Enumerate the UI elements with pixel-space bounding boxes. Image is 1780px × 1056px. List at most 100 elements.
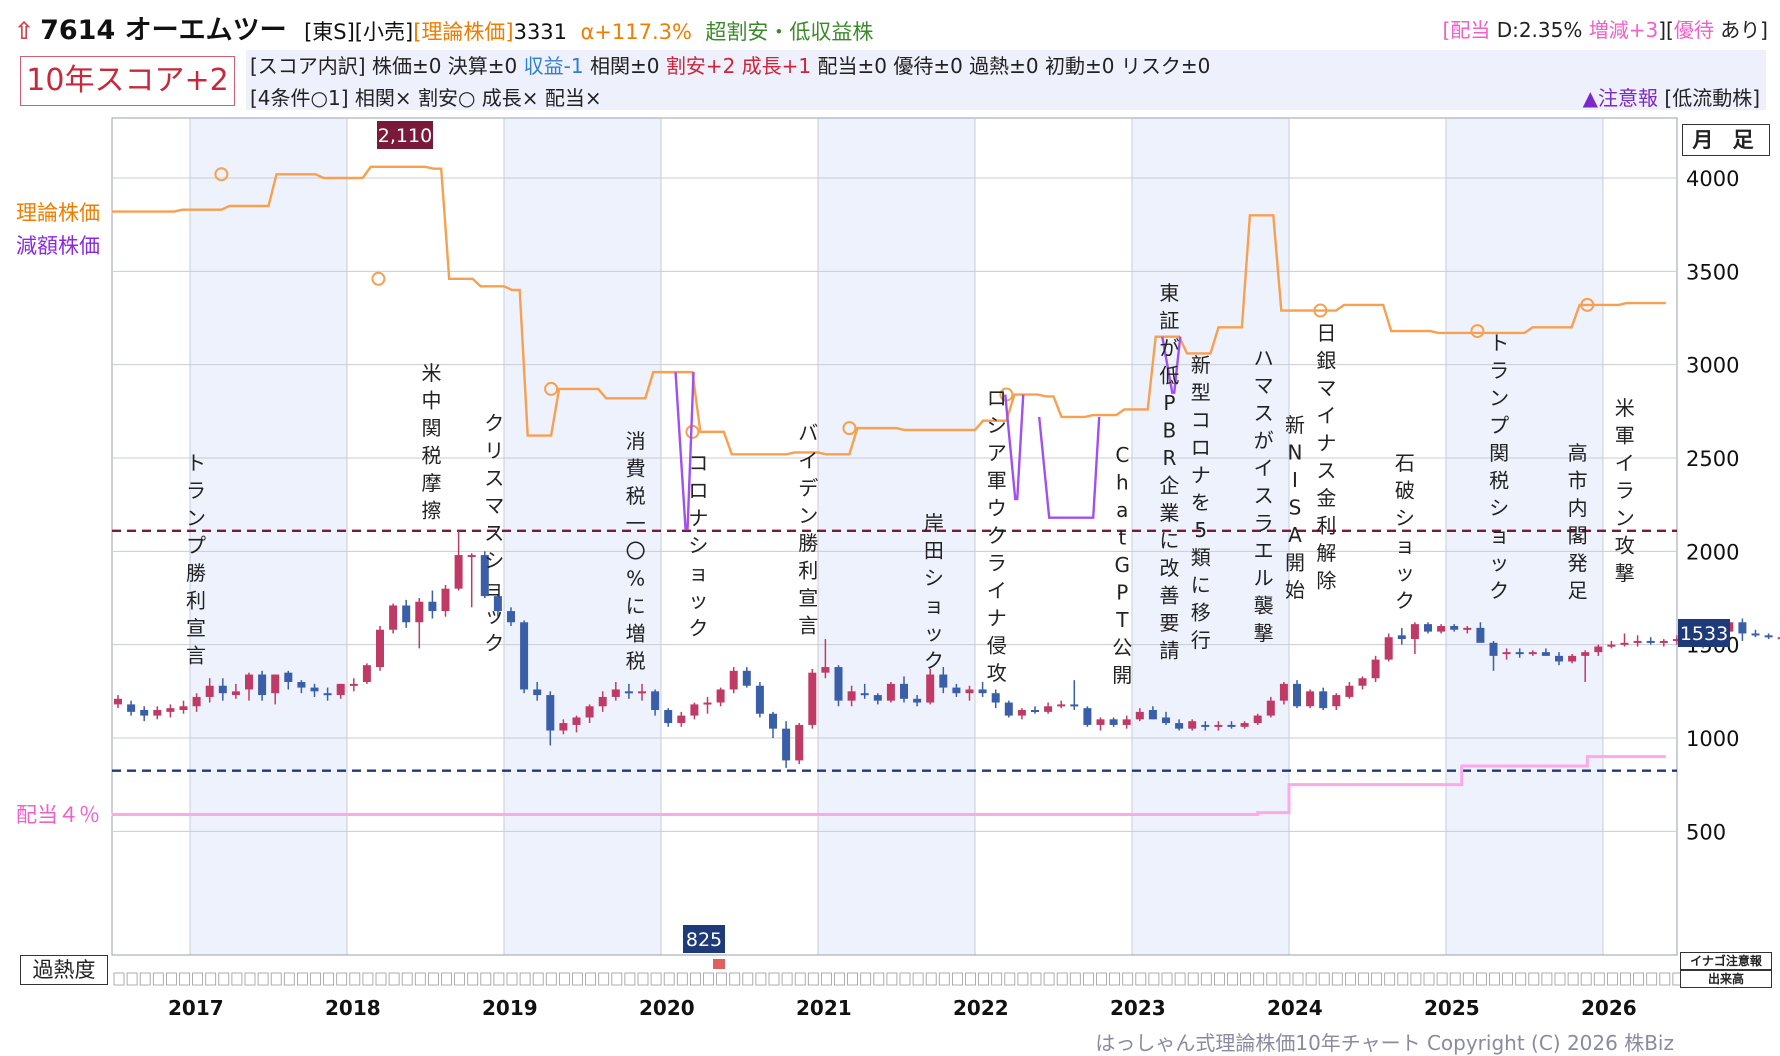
heat-cell	[270, 972, 282, 986]
candle-body	[1044, 706, 1053, 712]
heat-cell	[1004, 972, 1016, 986]
candle-body	[415, 601, 424, 623]
x-tick-label: 2019	[482, 996, 538, 1020]
candle-body	[1424, 624, 1432, 632]
timeframe-button[interactable]: 月 足	[1682, 124, 1770, 156]
candle-body	[1345, 685, 1354, 697]
y-tick-label: 3000	[1686, 354, 1739, 378]
heat-cell	[414, 972, 426, 986]
candle-body	[782, 728, 791, 761]
low-marker-label: 825	[686, 929, 722, 951]
event-label: ロシア軍ウクライナ侵攻	[987, 386, 1007, 685]
heat-cell	[847, 972, 858, 986]
candle-body	[1293, 683, 1301, 707]
heat-cell	[1436, 972, 1448, 986]
heat-cell	[349, 972, 361, 986]
candle-body	[965, 689, 974, 694]
heat-cell	[113, 972, 125, 986]
heat-cell	[1449, 972, 1461, 986]
candle-body	[1279, 683, 1288, 701]
candle-body	[1515, 652, 1524, 655]
event-label: クリスマスショック	[484, 411, 504, 655]
heat-cell	[650, 972, 662, 986]
candle-body	[467, 555, 476, 558]
heat-cell	[336, 972, 348, 986]
candle-body	[127, 704, 136, 712]
candle-body	[245, 674, 253, 690]
heat-cell	[401, 972, 413, 986]
heat-cell	[1017, 972, 1029, 986]
y-tick-label: 1000	[1686, 727, 1739, 751]
heat-cell	[690, 972, 701, 986]
heat-cell	[362, 972, 374, 986]
candle-body	[1659, 640, 1668, 643]
candle-body	[1266, 700, 1275, 716]
candle-body	[1410, 624, 1419, 640]
candle-body	[441, 588, 450, 612]
legend-theory: 理論株価	[16, 201, 100, 225]
candle-body	[873, 695, 882, 701]
candle-body	[1175, 723, 1184, 729]
price-chart: 5001000150020002500300035004000201720182…	[16, 117, 1780, 1020]
x-tick-label: 2024	[1267, 996, 1323, 1020]
heat-cell	[1083, 972, 1094, 986]
heat-cell	[1593, 972, 1605, 986]
heat-cell	[152, 972, 164, 986]
heat-cell	[1292, 972, 1304, 986]
heat-cell	[794, 972, 806, 986]
candle-body	[533, 689, 542, 696]
candle-body	[1437, 626, 1446, 632]
candle-body	[1122, 719, 1131, 725]
high-marker-label: 2,110	[378, 125, 432, 147]
heat-cell	[1489, 972, 1500, 986]
candle-body	[362, 665, 371, 682]
legend-reduced: 減額株価	[16, 234, 100, 258]
candle-body	[1358, 678, 1367, 686]
candle-body	[336, 683, 345, 696]
heat-cell	[126, 972, 138, 986]
heat-cell	[1502, 972, 1513, 986]
indicator-buttons: イナゴ注意報 出来高	[1680, 952, 1772, 988]
candle-body	[1384, 637, 1393, 660]
candle-body	[1031, 710, 1039, 712]
candle-body	[166, 708, 175, 712]
event-label: 消費税一〇%に増税	[626, 429, 646, 673]
heat-cell	[205, 972, 217, 986]
candle-body	[1646, 640, 1655, 643]
candle-body	[1227, 724, 1236, 727]
heat-cell	[821, 972, 832, 986]
candle-body	[559, 723, 568, 731]
candle-body	[507, 611, 515, 623]
candle-body	[952, 687, 961, 694]
heat-cell	[1161, 972, 1173, 986]
heat-cell	[165, 972, 177, 986]
candle-body	[1594, 646, 1603, 653]
volume-button[interactable]: 出来高	[1680, 970, 1772, 988]
candle-body	[114, 698, 122, 705]
heat-cell	[1030, 972, 1042, 986]
x-tick-label: 2018	[325, 996, 381, 1020]
candle-body	[769, 713, 777, 729]
heat-cell	[860, 972, 872, 986]
heat-cell	[1567, 972, 1579, 986]
inago-button[interactable]: イナゴ注意報	[1680, 952, 1772, 970]
heat-cell	[257, 972, 269, 986]
candle-body	[834, 667, 843, 701]
heat-cell	[899, 972, 911, 986]
candle-body	[886, 683, 895, 701]
heat-cell	[1397, 972, 1409, 986]
y-tick-label: 2500	[1686, 447, 1739, 471]
candle-body	[1450, 626, 1459, 630]
candle-body	[1083, 708, 1092, 725]
candle-body	[1070, 704, 1079, 707]
x-tick-label: 2023	[1110, 996, 1166, 1020]
candle-body	[1528, 652, 1537, 655]
heat-cell	[1279, 972, 1291, 986]
heat-cell	[427, 972, 439, 986]
candle-body	[192, 696, 201, 707]
candle-body	[598, 696, 607, 707]
candle-body	[1057, 704, 1066, 707]
heat-cell	[1620, 972, 1631, 986]
heat-cell	[244, 972, 256, 986]
candle-body	[1253, 715, 1262, 724]
